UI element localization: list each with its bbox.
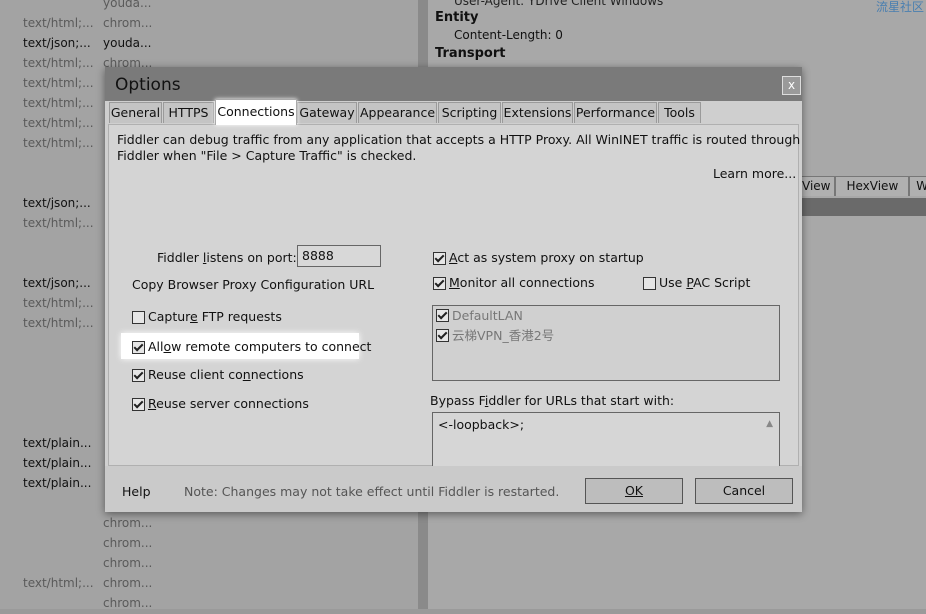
inspector-content-length: Content-Length: 0 xyxy=(454,28,563,42)
inspector-user-agent: User-Agent: YDrive Client Windows xyxy=(454,0,664,8)
session-content-type: text/html;... xyxy=(23,316,94,330)
session-content-type: text/plain... xyxy=(23,456,92,470)
restart-note: Note: Changes may not take effect until … xyxy=(184,484,560,499)
connection-label: 云梯VPN_香港2号 xyxy=(452,328,555,343)
scroll-up-icon[interactable]: ▲ xyxy=(766,419,773,429)
copy-proxy-url-link[interactable]: Copy Browser Proxy Configuration URL xyxy=(132,277,374,292)
inspector-tab-hexview[interactable]: HexView xyxy=(835,176,910,196)
capture-ftp-label[interactable]: Capture FTP requests xyxy=(148,309,282,324)
help-link[interactable]: Help xyxy=(122,484,151,499)
connection-checkbox[interactable] xyxy=(436,329,449,342)
session-content-type: text/html;... xyxy=(23,16,94,30)
table-row[interactable]: chrom... xyxy=(0,514,418,534)
reuse-server-label[interactable]: Reuse server connections xyxy=(148,396,309,411)
monitor-all-checkbox[interactable] xyxy=(433,277,446,290)
table-row[interactable]: text/html;... chrom... xyxy=(0,14,418,34)
bypass-value: <-loopback>; xyxy=(438,417,525,432)
session-content-type: text/json;... xyxy=(23,36,91,50)
tab-https[interactable]: HTTPS xyxy=(163,102,214,123)
session-host: chrom... xyxy=(103,536,153,550)
table-row[interactable]: chrom... xyxy=(0,594,418,614)
reuse-client-checkbox[interactable] xyxy=(132,369,145,382)
inspector-tab-view[interactable]: View xyxy=(800,176,836,196)
watermark: 流星社区 xyxy=(876,0,925,14)
table-row[interactable]: youda... xyxy=(0,0,418,14)
options-dialog: Options x General HTTPS Connections Gate… xyxy=(105,67,802,512)
session-content-type: text/html;... xyxy=(23,96,94,110)
tab-extensions[interactable]: Extensions xyxy=(502,102,573,123)
connection-label: DefaultLAN xyxy=(452,308,523,323)
session-content-type: text/html;... xyxy=(23,216,94,230)
session-host: youda... xyxy=(103,36,152,50)
dialog-titlebar[interactable]: Options x xyxy=(105,67,802,101)
port-input[interactable]: 8888 xyxy=(297,245,381,267)
session-host: chrom... xyxy=(103,556,153,570)
options-tabbar: General HTTPS Connections Gateway Appear… xyxy=(105,99,802,125)
session-content-type: text/json;... xyxy=(23,276,91,290)
table-row[interactable]: text/html;... chrom... xyxy=(0,574,418,594)
session-content-type: text/html;... xyxy=(23,136,94,150)
use-pac-checkbox[interactable] xyxy=(643,277,656,290)
tab-connections[interactable]: Connections xyxy=(215,99,297,125)
capture-ftp-checkbox[interactable] xyxy=(132,311,145,324)
close-button[interactable]: x xyxy=(782,76,801,95)
ok-button[interactable]: OK xyxy=(585,478,683,504)
learn-more-link[interactable]: Learn more... xyxy=(713,166,796,181)
list-item[interactable]: 云梯VPN_香港2号 xyxy=(436,325,554,344)
session-host: chrom... xyxy=(103,576,153,590)
session-content-type: text/plain... xyxy=(23,476,92,490)
inspector-toolbar xyxy=(800,198,926,216)
inspector-tab-w[interactable]: W xyxy=(909,176,926,196)
cancel-button[interactable]: Cancel xyxy=(695,478,793,504)
reuse-client-label[interactable]: Reuse client connections xyxy=(148,367,304,382)
session-host: chrom... xyxy=(103,16,153,30)
dialog-footer: Help Note: Changes may not take effect u… xyxy=(105,466,802,512)
session-content-type: text/html;... xyxy=(23,576,94,590)
table-row[interactable]: text/json;... youda... xyxy=(0,34,418,54)
tab-tools[interactable]: Tools xyxy=(658,102,701,123)
connections-panel: Fiddler can debug traffic from any appli… xyxy=(108,124,801,508)
session-content-type: text/json;... xyxy=(23,196,91,210)
tab-general[interactable]: General xyxy=(109,102,162,123)
ok-label: OK xyxy=(624,483,644,498)
use-pac-label[interactable]: Use PAC Script xyxy=(659,275,750,290)
tab-gateway[interactable]: Gateway xyxy=(297,102,357,123)
table-row[interactable]: chrom... xyxy=(0,554,418,574)
session-host: chrom... xyxy=(103,596,153,610)
reuse-server-checkbox[interactable] xyxy=(132,398,145,411)
session-content-type: text/plain... xyxy=(23,436,92,450)
description-line-2: Fiddler when "File > Capture Traffic" is… xyxy=(117,148,417,163)
dialog-title: Options xyxy=(115,75,181,95)
port-label: Fiddler listens on port: xyxy=(157,250,297,265)
system-proxy-label[interactable]: Act as system proxy on startup xyxy=(449,250,644,265)
session-content-type: text/html;... xyxy=(23,56,94,70)
session-content-type: text/html;... xyxy=(23,116,94,130)
bypass-label: Bypass Fiddler for URLs that start with: xyxy=(430,393,675,408)
connections-list[interactable]: DefaultLAN 云梯VPN_香港2号 xyxy=(432,305,780,381)
system-proxy-checkbox[interactable] xyxy=(433,252,446,265)
session-host: chrom... xyxy=(103,516,153,530)
description-line-1: Fiddler can debug traffic from any appli… xyxy=(117,132,801,147)
tab-appearance[interactable]: Appearance xyxy=(358,102,437,123)
allow-remote-checkbox[interactable] xyxy=(132,341,145,354)
session-content-type: text/html;... xyxy=(23,296,94,310)
tab-performance[interactable]: Performance xyxy=(574,102,657,123)
tab-scripting[interactable]: Scripting xyxy=(438,102,501,123)
connection-checkbox[interactable] xyxy=(436,309,449,322)
monitor-all-label[interactable]: Monitor all connections xyxy=(449,275,594,290)
allow-remote-label[interactable]: Allow remote computers to connect xyxy=(148,339,371,354)
inspector-entity-heading: Entity xyxy=(435,10,479,25)
session-content-type: text/html;... xyxy=(23,76,94,90)
list-item[interactable]: DefaultLAN xyxy=(436,308,523,323)
inspector-tabs: View HexView W xyxy=(800,176,926,196)
inspector-transport-heading: Transport xyxy=(435,46,506,61)
table-row[interactable]: chrom... xyxy=(0,534,418,554)
session-host: youda... xyxy=(103,0,152,10)
